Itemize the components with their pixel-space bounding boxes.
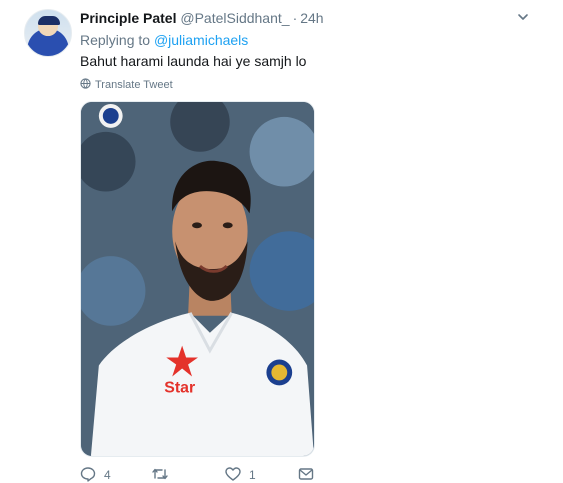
- translate-label: Translate Tweet: [95, 79, 173, 91]
- reply-action[interactable]: 4: [80, 466, 111, 483]
- translate-tweet-link[interactable]: Translate Tweet: [80, 78, 173, 93]
- tweet-header: Principle Patel @PatelSiddhant_ · 24h: [80, 9, 324, 27]
- avatar[interactable]: [24, 9, 72, 57]
- reply-count: 4: [104, 468, 111, 482]
- tweet-text: Bahut harami launda hai ye samjh lo: [80, 53, 307, 69]
- mention-link[interactable]: @juliamichaels: [154, 32, 248, 48]
- replying-to-prefix: Replying to: [80, 32, 154, 48]
- heart-icon: [225, 466, 241, 483]
- replying-to: Replying to @juliamichaels: [80, 31, 248, 49]
- retweet-icon: [152, 466, 168, 483]
- reply-icon: [80, 466, 96, 483]
- display-name[interactable]: Principle Patel: [80, 10, 176, 26]
- sponsor-text: Star: [164, 379, 195, 396]
- globe-icon: [80, 78, 91, 93]
- timestamp[interactable]: 24h: [300, 10, 323, 26]
- retweet-action[interactable]: [152, 466, 176, 483]
- chevron-down-icon[interactable]: [516, 10, 530, 24]
- like-action[interactable]: 1: [225, 466, 256, 483]
- envelope-icon: [298, 466, 314, 483]
- user-handle[interactable]: @PatelSiddhant_: [180, 10, 289, 26]
- separator-dot: ·: [292, 10, 298, 26]
- tweet[interactable]: Principle Patel @PatelSiddhant_ · 24h Repl…: [0, 0, 563, 483]
- tweet-media-image[interactable]: Star: [80, 101, 315, 457]
- like-count: 1: [249, 468, 256, 482]
- direct-message-action[interactable]: [298, 466, 314, 483]
